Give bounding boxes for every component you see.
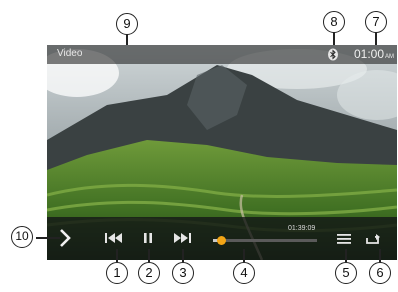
callout-leader-8 (333, 32, 335, 45)
progress-slider[interactable] (213, 236, 317, 245)
progress-knob[interactable] (217, 236, 227, 245)
callout-leader-7 (375, 32, 377, 45)
callout-leader-4 (243, 249, 245, 262)
playlist-icon[interactable] (336, 232, 352, 245)
callout-leader-3 (182, 249, 184, 262)
bluetooth-icon (328, 48, 338, 61)
status-bar: Video 01:00AM (47, 45, 397, 64)
callout-10: 10 (11, 226, 33, 248)
callout-leader-6 (379, 249, 381, 262)
callout-4: 4 (233, 262, 255, 284)
callout-3: 3 (172, 262, 194, 284)
callout-leader-2 (148, 249, 150, 262)
repeat-icon[interactable] (364, 232, 382, 246)
clock-ampm: AM (385, 54, 395, 60)
skip-previous-icon[interactable] (104, 231, 124, 245)
callout-9: 9 (116, 13, 138, 35)
skip-next-icon[interactable] (172, 231, 192, 245)
source-title: Video (57, 48, 83, 59)
callout-leader-10 (36, 237, 60, 239)
callout-8: 8 (323, 11, 345, 33)
video-player-screen: Video 01:00AM 01:39:09 (47, 45, 397, 260)
callout-1: 1 (106, 262, 128, 284)
callout-leader-9 (126, 34, 128, 45)
callout-leader-5 (345, 249, 347, 262)
clock-time: 01:00 (354, 47, 385, 61)
pause-icon[interactable] (142, 231, 154, 245)
callout-leader-1 (116, 249, 118, 262)
elapsed-time: 01:39:09 (288, 225, 316, 232)
callout-5: 5 (335, 262, 357, 284)
callout-6: 6 (369, 262, 391, 284)
callout-2: 2 (138, 262, 160, 284)
clock: 01:00AM (354, 47, 394, 61)
callout-7: 7 (365, 11, 387, 33)
